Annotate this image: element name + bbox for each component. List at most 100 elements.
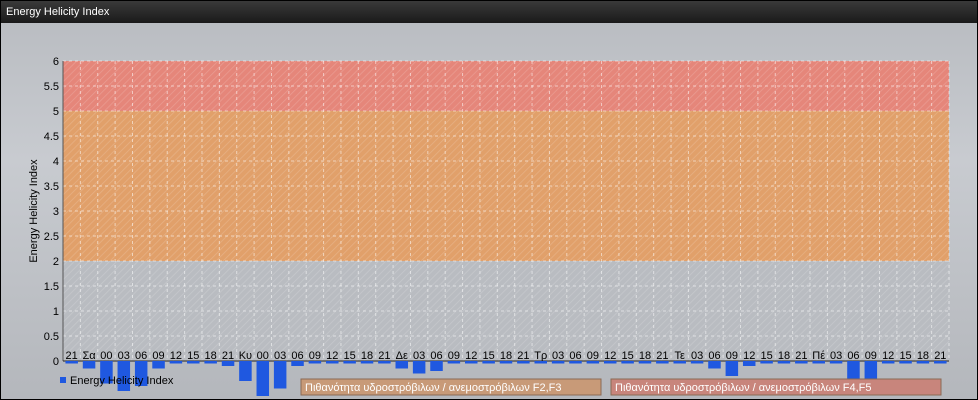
x-tick-label: 12 (743, 350, 755, 362)
bar[interactable] (308, 361, 322, 364)
x-tick-label: Τρ (534, 350, 547, 362)
x-tick-label: 03 (413, 350, 425, 362)
x-tick-label: 12 (326, 350, 338, 362)
x-tick-label: 15 (187, 350, 199, 362)
bar[interactable] (447, 361, 461, 364)
x-tick-label: 18 (361, 350, 373, 362)
x-tick-label: 06 (708, 350, 720, 362)
bar[interactable] (638, 361, 652, 364)
x-tick-label: 00 (100, 350, 112, 362)
x-tick-label: Δε (396, 350, 408, 362)
x-tick-label: 15 (899, 350, 911, 362)
bar[interactable] (899, 361, 912, 364)
bar[interactable] (725, 361, 739, 376)
bar[interactable] (690, 361, 704, 364)
y-tick-label: 4.5 (44, 131, 59, 143)
bar[interactable] (708, 361, 721, 369)
y-tick-label: 2.5 (44, 231, 59, 243)
category-box-label-2: Πιθανότητα υδροστρόβιλων / ανεμοστρόβιλω… (615, 382, 872, 394)
bar[interactable] (239, 361, 252, 381)
bar[interactable] (760, 361, 773, 364)
x-tick-label: 18 (778, 350, 790, 362)
x-tick-label: 12 (465, 350, 477, 362)
bar[interactable] (881, 361, 895, 364)
y-tick-label: 5.5 (44, 81, 59, 93)
x-tick-label: Σα (82, 350, 96, 362)
bar[interactable] (152, 361, 165, 369)
bar[interactable] (273, 361, 287, 389)
bar[interactable] (777, 361, 791, 364)
y-tick-label: 6 (53, 56, 59, 68)
bar[interactable] (847, 361, 860, 379)
x-tick-label: 21 (934, 350, 946, 362)
bar[interactable] (673, 361, 686, 364)
x-tick-label: 09 (152, 350, 164, 362)
x-tick-label: 03 (274, 350, 286, 362)
x-tick-label: 18 (205, 350, 217, 362)
chart-window: Energy Helicity Index 0 0.5 1 1.5 2 2.5 3 3.5 4 4… (0, 0, 978, 400)
x-tick-label: 03 (830, 350, 842, 362)
x-tick-label: 21 (517, 350, 529, 362)
bar[interactable] (395, 361, 409, 369)
bar[interactable] (742, 361, 756, 366)
bar[interactable] (916, 361, 930, 364)
x-tick-label: 09 (448, 350, 460, 362)
bar[interactable] (621, 361, 634, 364)
x-tick-label: 06 (135, 350, 147, 362)
x-tick-label: 15 (621, 350, 633, 362)
x-tick-label: 09 (726, 350, 738, 362)
x-tick-label: Τε (675, 350, 686, 362)
y-tick-label: 0 (53, 356, 59, 368)
bar[interactable] (795, 361, 808, 364)
bar[interactable] (517, 361, 530, 364)
y-tick-label: 3 (53, 206, 59, 218)
x-tick-label: 18 (500, 350, 512, 362)
bar[interactable] (569, 361, 582, 364)
x-tick-label: 09 (309, 350, 321, 362)
bar[interactable] (603, 361, 617, 364)
x-tick-label: 15 (483, 350, 495, 362)
bar[interactable] (291, 361, 304, 366)
x-tick-label: 12 (170, 350, 182, 362)
x-tick-label: 09 (587, 350, 599, 362)
bar[interactable] (656, 361, 669, 364)
bar[interactable] (829, 361, 843, 364)
x-tick-label: 21 (378, 350, 390, 362)
bar[interactable] (378, 361, 391, 364)
x-tick-label: 21 (66, 350, 78, 362)
bar[interactable] (482, 361, 495, 364)
category-box-label-1: Πιθανότητα υδροστρόβιλων / ανεμοστρόβιλω… (305, 382, 562, 394)
x-tick-label: 15 (344, 350, 356, 362)
x-tick-label: 03 (691, 350, 703, 362)
x-tick-label: 06 (569, 350, 581, 362)
bar[interactable] (534, 361, 547, 364)
bar[interactable] (221, 361, 235, 366)
y-tick-label: 1 (53, 306, 59, 318)
bar[interactable] (256, 361, 270, 396)
bar[interactable] (412, 361, 426, 374)
bar[interactable] (499, 361, 513, 364)
bar[interactable] (812, 361, 825, 364)
bar[interactable] (343, 361, 356, 364)
ehi-chart: 0 0.5 1 1.5 2 2.5 3 3.5 4 4.5 5 5.5 6 Energy Helicity… (28, 56, 950, 396)
bar[interactable] (187, 361, 200, 364)
bar[interactable] (204, 361, 217, 364)
bar[interactable] (326, 361, 339, 364)
y-tick-label: 0.5 (44, 331, 59, 343)
x-tick-label: 18 (639, 350, 651, 362)
bar[interactable] (360, 361, 374, 364)
bar[interactable] (65, 361, 78, 364)
bar[interactable] (169, 361, 183, 364)
window-title: Energy Helicity Index (1, 1, 977, 23)
bar[interactable] (82, 361, 96, 369)
x-tick-label: Κυ (239, 350, 252, 362)
bar[interactable] (551, 361, 565, 364)
bar[interactable] (934, 361, 947, 364)
y-tick-label: 3.5 (44, 181, 59, 193)
bar[interactable] (586, 361, 600, 364)
x-tick-label: 21 (656, 350, 668, 362)
x-tick-label: 21 (222, 350, 234, 362)
x-tick-label: 03 (118, 350, 130, 362)
bar[interactable] (465, 361, 478, 364)
bar[interactable] (430, 361, 443, 371)
